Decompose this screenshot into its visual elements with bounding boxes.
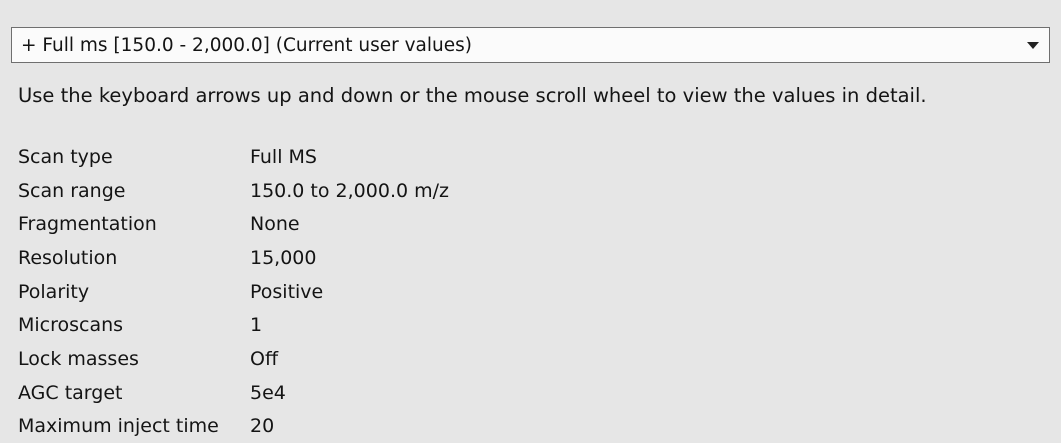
param-label: Scan type [18,145,113,168]
chevron-down-icon[interactable] [1027,42,1039,49]
param-value: 15,000 [250,246,317,269]
param-label: Maximum inject time [18,415,219,438]
param-label: Polarity [18,280,90,303]
param-row-maximum-inject-time: Maximum inject time 20 [18,410,449,443]
param-row-agc-target: AGC target 5e4 [18,376,449,410]
param-label: Scan range [18,179,126,202]
param-label: AGC target [18,381,123,404]
param-value: Off [250,347,279,370]
param-value: 150.0 to 2,000.0 m/z [250,179,449,202]
scan-selector-dropdown[interactable]: + Full ms [150.0 - 2,000.0] (Current use… [11,27,1050,63]
param-row-fragmentation: Fragmentation None [18,207,449,241]
param-label: Fragmentation [18,213,157,236]
instruction-text: Use the keyboard arrows up and down or t… [18,84,927,107]
param-row-scan-type: Scan type Full MS [18,140,449,174]
param-row-lock-masses: Lock masses Off [18,342,449,376]
param-value: Full MS [250,145,317,168]
param-label: Lock masses [18,347,139,370]
param-value: 20 [250,415,275,438]
param-value: None [250,213,300,236]
param-value: 1 [250,314,263,337]
param-row-polarity: Polarity Positive [18,275,449,309]
scan-parameters-panel: + Full ms [150.0 - 2,000.0] (Current use… [0,0,1061,443]
param-row-resolution: Resolution 15,000 [18,241,449,275]
param-row-scan-range: Scan range 150.0 to 2,000.0 m/z [18,174,449,208]
parameter-list[interactable]: Scan type Full MS Scan range 150.0 to 2,… [18,140,449,443]
param-label: Microscans [18,314,124,337]
param-row-microscans: Microscans 1 [18,308,449,342]
param-label: Resolution [18,246,118,269]
scan-selector-value: + Full ms [150.0 - 2,000.0] (Current use… [21,34,472,56]
param-value: Positive [250,280,324,303]
param-value: 5e4 [250,381,286,404]
